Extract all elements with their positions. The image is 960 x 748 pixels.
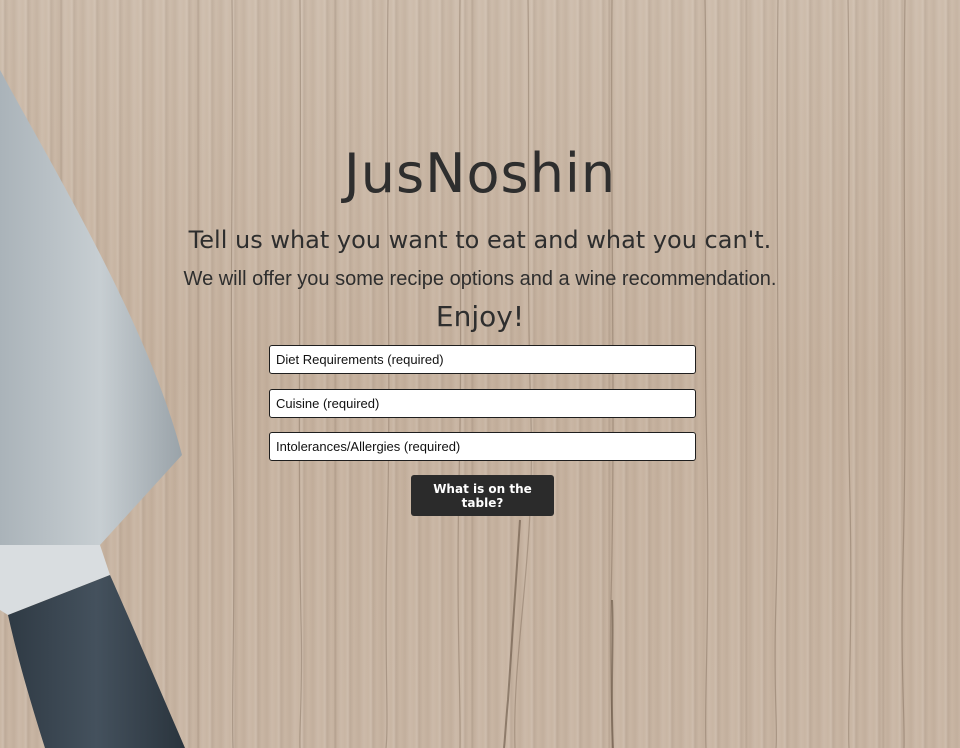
- diet-requirements-input[interactable]: [269, 345, 696, 374]
- subline: We will offer you some recipe options an…: [183, 268, 777, 290]
- submit-button[interactable]: What is on the table?: [411, 475, 554, 516]
- enjoy-text: Enjoy!: [435, 300, 525, 333]
- app-title: JusNoshin: [343, 142, 617, 205]
- main-content: JusNoshin Tell us what you want to eat a…: [0, 0, 960, 748]
- cuisine-input[interactable]: [269, 389, 696, 418]
- intolerances-input[interactable]: [269, 432, 696, 461]
- tagline: Tell us what you want to eat and what yo…: [188, 226, 772, 254]
